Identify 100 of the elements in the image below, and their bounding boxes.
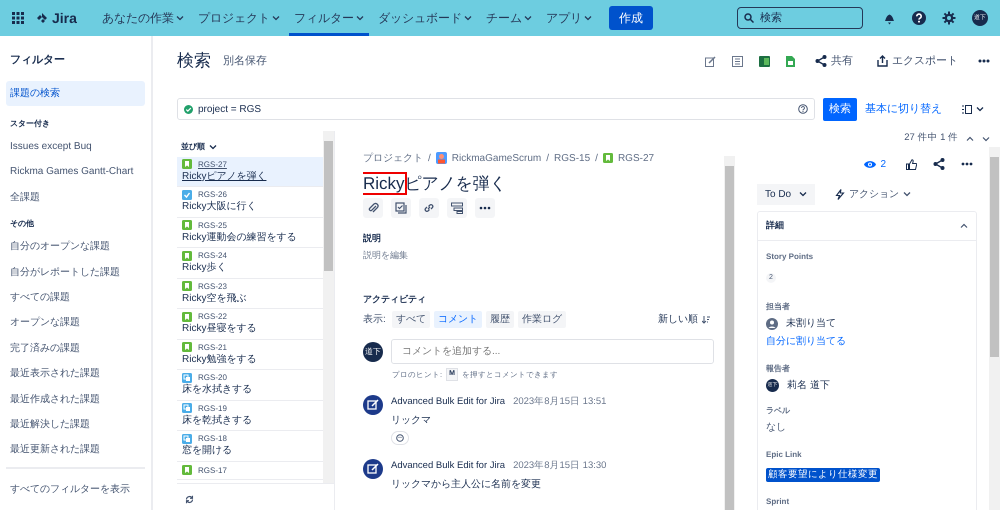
filter-link[interactable]: 最近更新された課題 <box>6 437 145 463</box>
paperclip-button[interactable] <box>363 198 383 218</box>
more-button[interactable] <box>475 198 495 218</box>
scrollbar[interactable] <box>724 156 735 510</box>
nav-menu[interactable]: ダッシュボード <box>372 0 477 36</box>
issue-key: RGS-27 <box>198 158 227 170</box>
help-icon[interactable] <box>798 104 808 114</box>
issue-summary: Ricky空を飛ぶ <box>182 292 248 306</box>
link-icon <box>423 202 435 214</box>
save-as-button[interactable]: 別名保存 <box>219 50 271 72</box>
filter-link[interactable]: 自分がレポートした課題 <box>6 260 145 285</box>
chevron-down-icon <box>976 105 984 114</box>
edit-icon[interactable] <box>705 56 716 66</box>
bookmark-icon <box>182 342 192 352</box>
switch-basic-link[interactable]: 基本に切り替え <box>865 101 942 118</box>
issue-summary: Ricky歩く <box>182 261 228 276</box>
filter-link[interactable]: すべての課題 <box>6 284 145 310</box>
activity-tab[interactable]: 履歴 <box>486 311 514 328</box>
hierarchy-button[interactable] <box>447 198 467 218</box>
filter-link[interactable]: 課題の検索 <box>6 80 145 106</box>
filter-link[interactable]: オープンな課題 <box>6 310 145 336</box>
create-button[interactable]: 作成 <box>608 6 653 30</box>
nav-menu[interactable]: フィルター <box>288 0 369 36</box>
scrollbar[interactable] <box>989 146 1000 510</box>
actions-button[interactable]: アクション <box>831 184 916 204</box>
watch-button[interactable]: 2 <box>860 154 890 174</box>
section-heading: その他 <box>10 218 35 230</box>
filter-link[interactable]: Rickma Games Gantt-Chart <box>6 159 145 185</box>
filter-link[interactable]: 完了済みの課題 <box>6 336 145 362</box>
filter-link[interactable]: 最近作成された課題 <box>6 386 145 412</box>
document-icon[interactable] <box>786 56 795 66</box>
issue-list-item[interactable]: RGS-27 Rickyピアノを弾く <box>177 156 323 187</box>
share-icon[interactable] <box>933 158 945 170</box>
search-field[interactable]: 検索 <box>737 7 863 29</box>
list-view-icon[interactable] <box>732 56 743 66</box>
chevron-up-icon[interactable] <box>966 134 974 142</box>
checklist-button[interactable] <box>391 198 411 218</box>
breadcrumb-link[interactable]: RickmaGameScrum <box>452 150 542 166</box>
link-button[interactable] <box>419 198 439 218</box>
sort-order-button[interactable]: 新しい順 <box>654 310 714 330</box>
more-icon[interactable] <box>961 162 973 166</box>
spreadsheet-icon[interactable] <box>759 56 770 66</box>
breadcrumb-link[interactable]: プロジェクト <box>363 150 423 166</box>
chevron-down-icon <box>584 14 592 22</box>
comment-field[interactable]: コメントを追加する... <box>391 339 714 364</box>
refresh-icon[interactable] <box>185 495 194 504</box>
help-icon[interactable] <box>912 11 926 25</box>
assign-to-me-link[interactable]: 自分に割り当てる <box>766 334 846 349</box>
breadcrumb-link[interactable]: RGS-15 <box>554 150 590 166</box>
checklist-icon <box>395 202 407 214</box>
scrollbar[interactable] <box>323 130 334 483</box>
chevron-down-icon <box>176 14 184 22</box>
filter-link[interactable]: 最近解決した課題 <box>6 412 145 438</box>
thumbs-up-icon[interactable] <box>906 158 917 170</box>
nav-menu[interactable]: プロジェクト <box>192 0 285 36</box>
activity-tab[interactable]: 作業ログ <box>518 311 566 328</box>
chevron-down-icon <box>524 14 532 22</box>
chevron-down-icon[interactable] <box>982 134 990 142</box>
bookmark-icon <box>182 159 192 170</box>
export-button[interactable]: エクスポート <box>873 50 962 72</box>
section-label: アクティビティ <box>363 292 427 306</box>
chevron-up-icon[interactable] <box>960 222 968 230</box>
filter-link[interactable]: 最近表示された課題 <box>6 361 145 387</box>
filter-link[interactable]: 全課題 <box>6 184 145 210</box>
description-field[interactable]: 説明を編集 <box>363 249 714 263</box>
search-button[interactable]: 検索 <box>823 98 857 120</box>
field-label: 報告者 <box>766 363 791 375</box>
sort-button[interactable]: 並び順 <box>177 138 221 154</box>
issue-list-item[interactable]: RGS-17 <box>177 462 323 480</box>
filter-link[interactable]: 自分のオープンな課題 <box>6 234 145 260</box>
issue-key: RGS-20 <box>198 372 227 384</box>
subtask-icon <box>182 434 192 444</box>
user-avatar: 道下 <box>363 342 383 362</box>
query-text: project = RGS <box>198 102 262 117</box>
check-circle-icon <box>184 104 193 114</box>
more-icon[interactable] <box>978 59 990 63</box>
breadcrumb-link[interactable]: RGS-27 <box>618 150 654 166</box>
bell-icon[interactable] <box>883 12 896 24</box>
epic-link-tag[interactable]: 顧客要望により仕様変更 <box>766 468 880 482</box>
reaction-button[interactable] <box>391 431 409 446</box>
query-field[interactable]: project = RGS <box>177 98 815 120</box>
activity-tab[interactable]: コメント <box>434 311 482 328</box>
share-button[interactable]: 共有 <box>811 50 857 72</box>
section-heading: スター付き <box>10 118 51 130</box>
nav-menu[interactable]: アプリ <box>540 0 597 36</box>
sort-icon <box>702 316 710 324</box>
bot-avatar-icon <box>363 394 383 415</box>
nav-menu[interactable]: あなたの作業 <box>96 0 189 36</box>
comment-body: リックマ <box>391 414 432 428</box>
filter-link[interactable]: Issues except Buq <box>6 134 145 160</box>
app-grid-icon[interactable] <box>12 12 24 24</box>
bookmark-icon <box>182 281 192 292</box>
settings-icon[interactable] <box>942 11 956 25</box>
bookmark-icon <box>182 220 192 230</box>
app-name: Jira <box>52 8 77 28</box>
nav-menu[interactable]: チーム <box>480 0 537 36</box>
activity-tab[interactable]: すべて <box>392 311 430 328</box>
status-button[interactable]: To Do <box>757 184 816 204</box>
bookmark-icon <box>182 250 192 261</box>
all-filters-link[interactable]: すべてのフィルターを表示 <box>6 476 145 502</box>
